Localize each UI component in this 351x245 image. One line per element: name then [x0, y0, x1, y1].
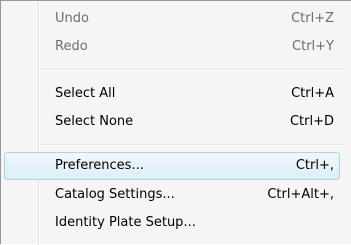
menu-item-label: Redo	[55, 39, 88, 54]
menu-item-preferences[interactable]: Preferences... Ctrl+,	[4, 152, 340, 180]
menu-item-shortcut: Ctrl+,	[295, 158, 334, 173]
menu-item-label: Identity Plate Setup...	[55, 215, 196, 230]
menu-item-shortcut: Ctrl+Y	[292, 39, 334, 54]
menu-item-catalog-settings[interactable]: Catalog Settings... Ctrl+Alt+,	[4, 181, 340, 209]
menu-item-select-none[interactable]: Select None Ctrl+D	[4, 108, 340, 136]
menu-item-select-all[interactable]: Select All Ctrl+A	[4, 80, 340, 108]
menu-item-shortcut: Ctrl+A	[291, 86, 334, 101]
menu-item-label: Select None	[55, 114, 134, 129]
menu-separator	[39, 69, 344, 71]
edit-context-menu: Undo Ctrl+Z Redo Ctrl+Y Select All Ctrl+…	[0, 0, 351, 245]
menu-item-shortcut: Ctrl+Alt+,	[267, 187, 334, 202]
menu-item-shortcut: Ctrl+D	[289, 114, 334, 129]
menu-item-redo[interactable]: Redo Ctrl+Y	[4, 33, 340, 61]
menu-item-label: Catalog Settings...	[55, 187, 175, 202]
menu-item-identity-plate-setup[interactable]: Identity Plate Setup...	[4, 209, 340, 237]
menu-item-label: Undo	[55, 11, 89, 26]
menu-item-shortcut: Ctrl+Z	[291, 11, 334, 26]
menu-item-undo[interactable]: Undo Ctrl+Z	[4, 5, 340, 33]
menu-separator	[39, 144, 344, 146]
menu-item-label: Select All	[55, 86, 116, 101]
menu-item-label: Preferences...	[55, 158, 144, 173]
